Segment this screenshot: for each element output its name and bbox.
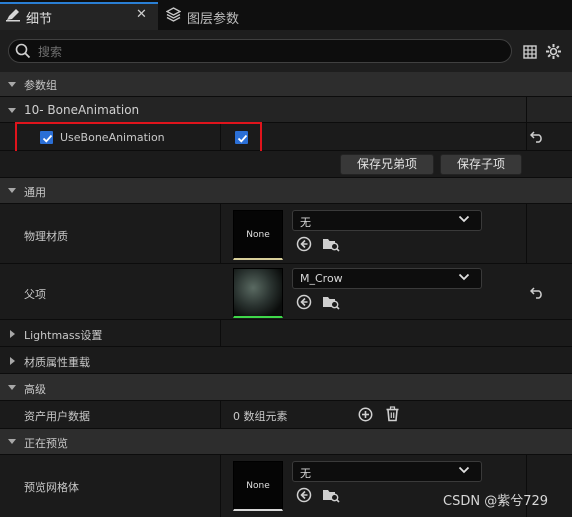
table-icon[interactable] bbox=[523, 45, 537, 62]
save-child-button[interactable]: 保存子项 bbox=[440, 154, 522, 175]
search-input[interactable] bbox=[8, 39, 512, 63]
section-advanced-label: 高级 bbox=[24, 383, 46, 396]
asset-user-data-label: 资产用户数据 bbox=[24, 410, 90, 423]
chevron-down-icon bbox=[458, 272, 470, 285]
divider bbox=[220, 455, 221, 517]
section-param-group[interactable] bbox=[0, 72, 572, 97]
divider bbox=[220, 401, 221, 429]
physical-material-value: 无 bbox=[300, 216, 311, 229]
section-advanced[interactable] bbox=[0, 374, 572, 401]
chevron-down-icon bbox=[458, 214, 470, 227]
collapse-arrow-icon[interactable] bbox=[8, 188, 16, 193]
parent-material-thumbnail[interactable] bbox=[233, 268, 283, 318]
chevron-down-icon bbox=[458, 465, 470, 478]
layers-icon bbox=[165, 7, 182, 25]
add-icon[interactable] bbox=[358, 407, 373, 425]
use-selected-icon[interactable] bbox=[296, 487, 312, 506]
highlight-box bbox=[15, 122, 262, 154]
search-placeholder: 搜索 bbox=[38, 45, 63, 59]
section-general-label: 通用 bbox=[24, 186, 46, 199]
asset-user-data-value: 0 数组元素 bbox=[233, 410, 288, 423]
tab-details[interactable] bbox=[0, 2, 158, 30]
preview-mesh-label: 预览网格体 bbox=[24, 481, 79, 494]
section-preview[interactable] bbox=[0, 429, 572, 455]
physical-material-thumbnail[interactable]: None bbox=[233, 210, 283, 260]
parent-label: 父项 bbox=[24, 288, 46, 301]
watermark: CSDN @紫兮729 bbox=[443, 494, 549, 509]
physical-material-dropdown[interactable] bbox=[292, 210, 482, 231]
physical-material-row bbox=[0, 204, 572, 264]
reset-to-default-icon[interactable] bbox=[529, 130, 545, 146]
save-sibling-button[interactable]: 保存兄弟项 bbox=[340, 154, 434, 175]
physical-material-label: 物理材质 bbox=[24, 230, 68, 243]
browse-asset-icon[interactable] bbox=[322, 487, 340, 506]
trash-icon[interactable] bbox=[385, 406, 400, 425]
search-icon bbox=[15, 43, 31, 62]
section-general[interactable] bbox=[0, 178, 572, 204]
collapse-arrow-icon[interactable] bbox=[8, 385, 16, 390]
collapse-arrow-icon[interactable] bbox=[8, 108, 16, 113]
preview-mesh-dropdown[interactable] bbox=[292, 461, 482, 482]
browse-asset-icon[interactable] bbox=[322, 236, 340, 255]
divider bbox=[526, 97, 527, 123]
tab-details-label: 细节 bbox=[26, 12, 53, 27]
material-override-label: 材质属性重载 bbox=[24, 356, 90, 369]
reset-to-default-icon[interactable] bbox=[529, 286, 545, 302]
expand-arrow-icon[interactable] bbox=[10, 357, 15, 365]
pencil-icon bbox=[5, 8, 21, 25]
tab-layer-params[interactable]: 图层参数 bbox=[187, 8, 239, 27]
gear-icon[interactable] bbox=[545, 43, 562, 63]
collapse-arrow-icon[interactable] bbox=[8, 82, 16, 87]
preview-mesh-thumbnail[interactable]: None bbox=[233, 461, 283, 511]
browse-asset-icon[interactable] bbox=[322, 294, 340, 313]
use-selected-icon[interactable] bbox=[296, 294, 312, 313]
section-preview-label: 正在预览 bbox=[24, 437, 68, 450]
divider bbox=[526, 123, 527, 151]
section-param-group-label: 参数组 bbox=[24, 79, 57, 92]
preview-mesh-value: 无 bbox=[300, 467, 311, 480]
expand-arrow-icon[interactable] bbox=[10, 330, 15, 338]
lightmass-label: Lightmass设置 bbox=[24, 329, 103, 342]
parent-row bbox=[0, 264, 572, 320]
collapse-arrow-icon[interactable] bbox=[8, 439, 16, 444]
use-selected-icon[interactable] bbox=[296, 236, 312, 255]
group-bone-animation-label: 10- BoneAnimation bbox=[24, 103, 140, 117]
close-icon[interactable]: ✕ bbox=[136, 7, 147, 22]
parent-value: M_Crow bbox=[300, 272, 343, 285]
